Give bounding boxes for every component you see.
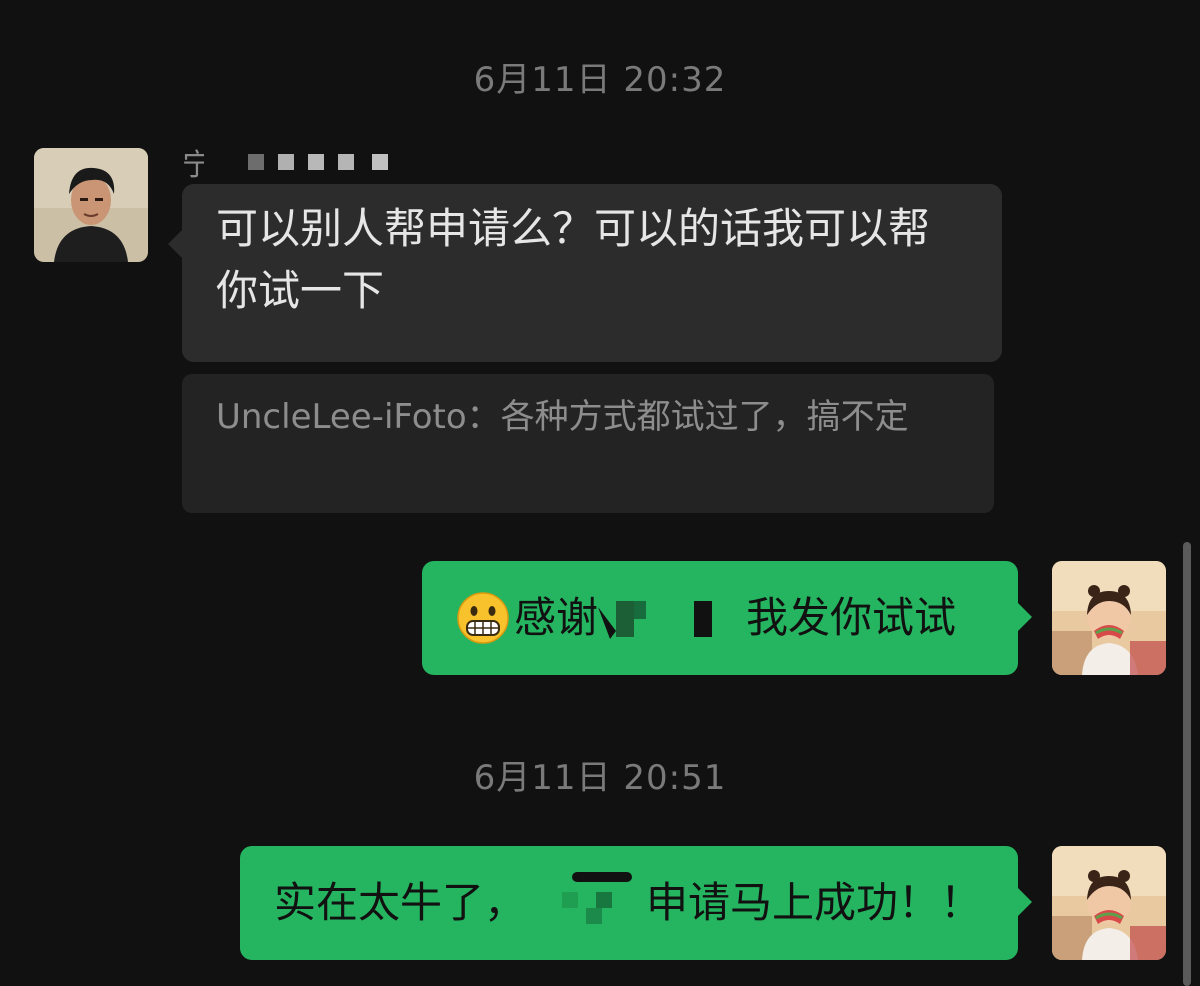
my-avatar[interactable] — [1052, 846, 1166, 960]
sender-name-redaction — [204, 140, 404, 188]
message-redaction — [598, 587, 746, 649]
outgoing-message-text-part: 申请马上成功！！ — [646, 878, 983, 927]
timestamp: 6月11日 20:51 — [473, 758, 727, 798]
outgoing-message-text-part: 我发你试试 — [746, 593, 957, 642]
my-avatar[interactable] — [1052, 561, 1166, 675]
contact-avatar[interactable] — [34, 148, 148, 262]
grimacing-face-icon — [456, 591, 510, 645]
outgoing-message-text-part: 感谢 — [514, 593, 599, 642]
scrollbar[interactable] — [1183, 542, 1191, 986]
outgoing-message-bubble[interactable]: 感谢 我发你试试 — [422, 561, 1032, 675]
incoming-message-text: 可以别人帮申请么？可以的话我可以帮你试一下 — [216, 204, 931, 315]
outgoing-message-text-part: 实在太牛了， — [274, 878, 527, 927]
message-redaction — [526, 872, 646, 934]
quoted-message[interactable]: UncleLee-iFoto：各种方式都试过了，搞不定 — [182, 374, 994, 513]
incoming-message-bubble[interactable]: 可以别人帮申请么？可以的话我可以帮你试一下 — [168, 184, 1002, 362]
outgoing-message-bubble[interactable]: 实在太牛了， 申请马上成功！！ — [240, 846, 1032, 960]
quoted-message-text: UncleLee-iFoto：各种方式都试过了，搞不定 — [216, 397, 909, 437]
timestamp: 6月11日 20:32 — [473, 60, 727, 100]
